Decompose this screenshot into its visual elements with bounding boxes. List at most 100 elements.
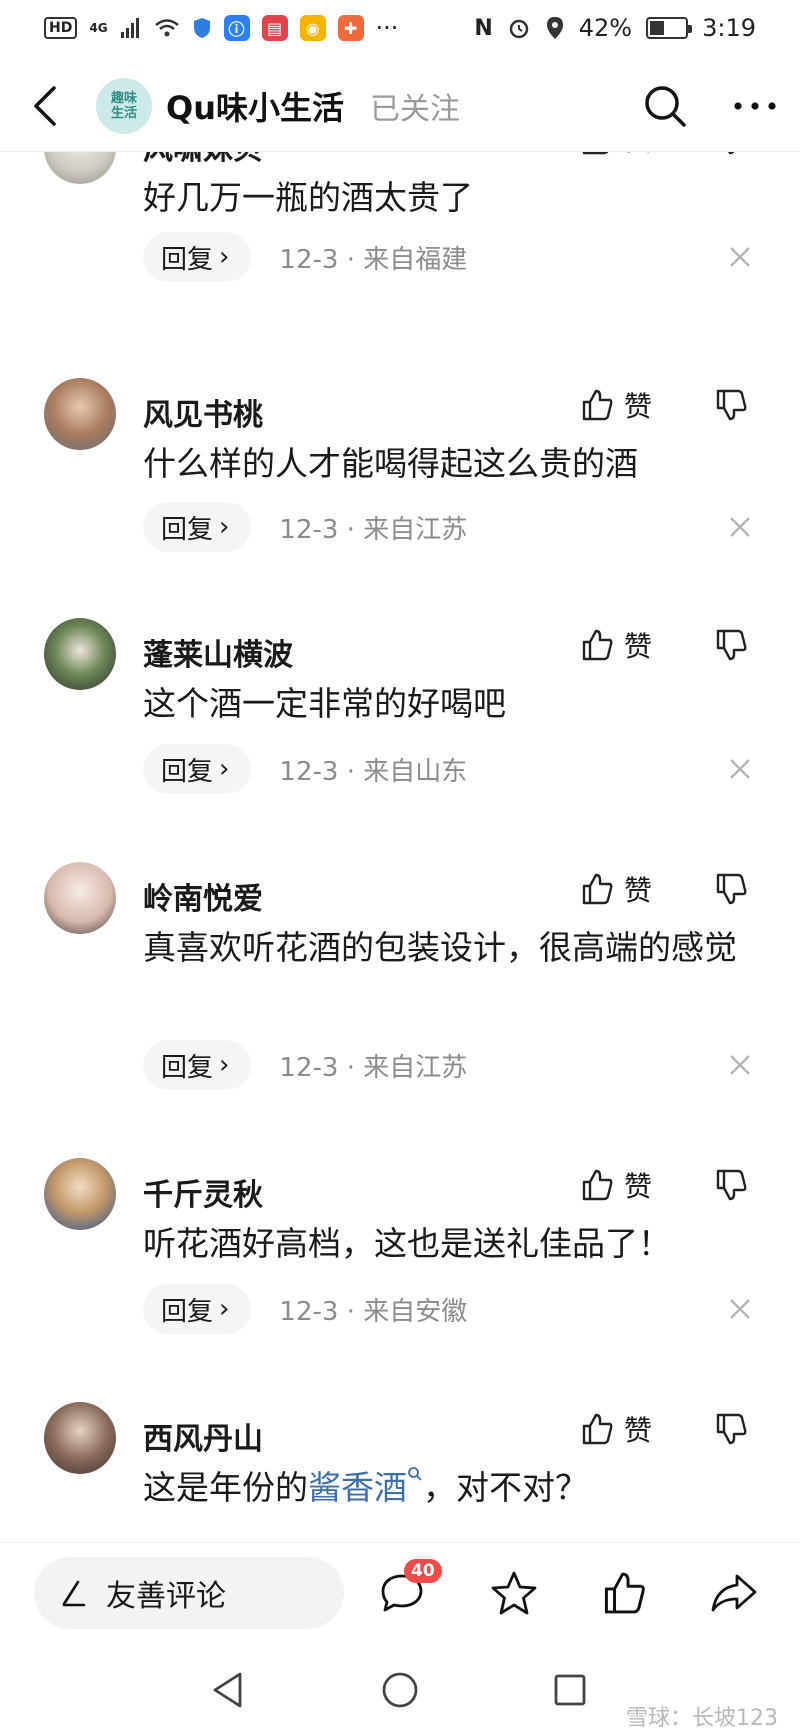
battery-icon	[646, 17, 693, 39]
reply-button[interactable]: 回复 ›	[143, 1284, 252, 1334]
comment-meta: 12-3 · 来自福建	[279, 244, 468, 275]
pen-icon	[62, 1580, 86, 1606]
account-avatar[interactable]: 趣味生活	[96, 77, 152, 134]
comment-author[interactable]: 蓬莱山横波	[143, 630, 293, 674]
thumbs-down-icon	[716, 629, 747, 661]
keyword-label: 酱香酒	[308, 1468, 407, 1507]
avatar[interactable]	[44, 378, 116, 450]
reply-button[interactable]: 回复 ›	[143, 744, 252, 794]
nav-recents-button[interactable]	[540, 1660, 600, 1720]
star-icon	[491, 1571, 537, 1615]
like-label: 赞	[624, 1170, 653, 1203]
like-label: 赞	[624, 874, 653, 907]
like-button[interactable]: 赞	[580, 1162, 652, 1208]
comment-text: 这是年份的酱香酒 ，对不对？	[143, 1462, 763, 1514]
thumbs-down-icon	[716, 1169, 747, 1201]
nav-back-button[interactable]	[198, 1660, 258, 1720]
alarm-icon	[509, 19, 528, 39]
chevron-right-icon: ›	[219, 1294, 230, 1324]
comment-text: 这个酒一定非常的好喝吧	[143, 684, 506, 723]
reply-label: 回复	[161, 514, 214, 545]
like-label: 赞	[624, 390, 653, 423]
bottom-action-bar: 友善评论 40	[0, 1542, 800, 1642]
reply-label: 回复	[161, 1296, 214, 1327]
hd-indicator: HD	[44, 17, 78, 39]
more-notifications: ···	[375, 14, 399, 42]
like-post-button[interactable]	[588, 1557, 660, 1629]
close-icon[interactable]	[726, 755, 754, 783]
comment-text-part: 这是年份的	[143, 1468, 308, 1507]
close-icon[interactable]	[726, 1051, 754, 1079]
dislike-button[interactable]	[714, 1162, 748, 1208]
thumbs-down-icon	[716, 873, 747, 905]
top-bar: 趣味生活 Qu味小生活 已关注	[0, 60, 800, 152]
chevron-left-icon	[34, 85, 56, 126]
nav-home-button[interactable]	[370, 1660, 430, 1720]
reply-label: 回复	[161, 1052, 214, 1083]
search-icon	[408, 1467, 422, 1481]
comment-meta: 12-3 · 来自江苏	[279, 514, 468, 545]
account-name[interactable]: Qu味小生活	[166, 83, 344, 129]
share-arrow-icon	[711, 1574, 757, 1612]
search-keyword-link[interactable]: 酱香酒	[308, 1467, 423, 1507]
comment-author[interactable]: 风见书桃	[143, 390, 263, 434]
weibo-app-icon: ◉	[299, 15, 326, 41]
avatar[interactable]	[44, 152, 116, 184]
avatar[interactable]	[44, 862, 116, 934]
watermark: 雪球：长坡123	[626, 1706, 778, 1731]
close-icon[interactable]	[726, 1295, 754, 1323]
avatar[interactable]	[44, 1402, 116, 1474]
comment-list[interactable]: 风啸姝贝 赞 好几万一瓶的酒太贵了 回复› 12-3 · 来自福建 风见书桃 赞…	[0, 152, 800, 1540]
reply-button[interactable]: 回复 ›	[143, 1040, 252, 1090]
comment-author[interactable]: 岭南悦爱	[143, 874, 263, 918]
comment-input[interactable]: 友善评论	[34, 1556, 344, 1629]
comment-text-part: ，对不对？	[423, 1468, 588, 1507]
close-icon[interactable]	[726, 513, 754, 541]
shield-icon	[193, 18, 210, 38]
location-icon	[546, 17, 563, 39]
like-button[interactable]: 赞	[580, 622, 652, 668]
dislike-button[interactable]	[714, 866, 748, 912]
thumbs-up-icon	[582, 152, 609, 155]
comment-text: 什么样的人才能喝得起这么贵的酒	[143, 444, 638, 483]
thumbs-down-icon	[716, 1413, 747, 1445]
like-button[interactable]: 赞	[580, 382, 652, 428]
status-bar: HD 4G ⓘ ▤ ◉ ✚ ··· N 42% 3:19	[0, 0, 800, 56]
chevron-right-icon: ›	[219, 1050, 230, 1080]
network-indicator: 4G	[89, 21, 108, 35]
back-button[interactable]	[0, 60, 90, 152]
dislike-button[interactable]	[714, 382, 748, 428]
follow-status-button[interactable]: 已关注	[370, 84, 460, 128]
reply-button[interactable]: 回复 ›	[143, 232, 252, 282]
comment-author[interactable]: 西风丹山	[143, 1414, 263, 1458]
close-icon[interactable]	[726, 243, 754, 271]
avatar[interactable]	[44, 618, 116, 690]
like-button[interactable]: 赞	[580, 152, 652, 162]
bulb-app-icon: ⓘ	[223, 15, 250, 41]
more-button[interactable]	[710, 60, 800, 152]
reply-button[interactable]: 回复 ›	[143, 502, 252, 552]
dislike-button[interactable]	[714, 152, 748, 162]
comment-author[interactable]: 风啸姝贝	[143, 152, 263, 168]
comment-input-placeholder: 友善评论	[106, 1578, 226, 1614]
like-button[interactable]: 赞	[580, 1406, 652, 1452]
thumbs-up-icon	[582, 873, 613, 905]
square-recents-icon	[554, 1674, 586, 1706]
search-button[interactable]	[620, 60, 710, 152]
search-icon	[645, 85, 686, 127]
comment-meta: 12-3 · 来自安徽	[279, 1296, 468, 1327]
dislike-button[interactable]	[714, 622, 748, 668]
dislike-button[interactable]	[714, 1406, 748, 1452]
signal-icon	[120, 18, 139, 38]
favorite-button[interactable]	[478, 1557, 550, 1629]
thumbs-up-icon	[582, 629, 613, 661]
comments-button[interactable]: 40	[366, 1557, 442, 1629]
share-button[interactable]	[698, 1557, 770, 1629]
comment-count-badge: 40	[404, 1559, 442, 1583]
like-button[interactable]: 赞	[580, 866, 652, 912]
more-icon	[734, 101, 776, 110]
like-label: 赞	[624, 630, 653, 663]
wifi-icon	[154, 19, 179, 37]
avatar[interactable]	[44, 1158, 116, 1230]
comment-author[interactable]: 千斤灵秋	[143, 1170, 263, 1214]
